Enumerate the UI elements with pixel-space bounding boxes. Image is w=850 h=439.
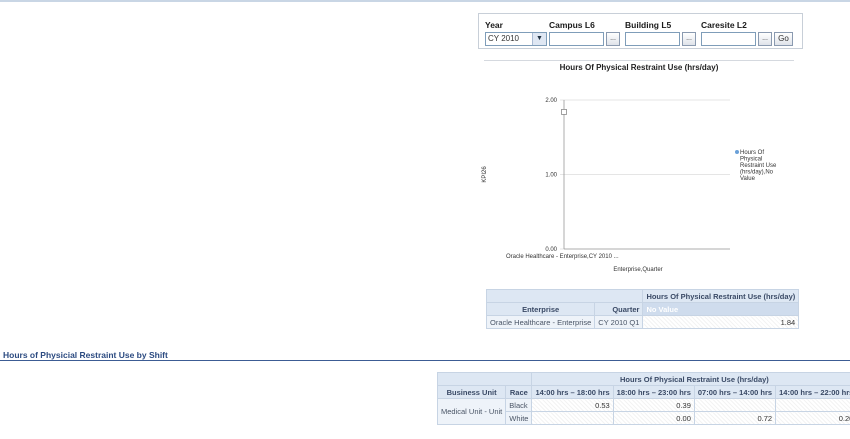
table2-value-cell [531, 411, 614, 425]
y-axis-label: KPI26 [482, 166, 488, 183]
table2-corner [436, 372, 533, 386]
restraint-use-chart: 0.00 1.00 2.00 KPI26 Oracle Healthcare - Ent… [482, 98, 777, 273]
go-button[interactable]: Go [774, 32, 793, 46]
chevron-down-icon[interactable]: ▼ [532, 33, 546, 45]
table1-value-cell: 1.84 [642, 315, 800, 329]
y-tick-label: 1.00 [545, 173, 557, 179]
year-select[interactable]: CY 2010 ▼ [485, 32, 547, 46]
table1-quarter-cell: CY 2010 Q1 [594, 315, 644, 329]
table1-no-value-header: No Value [642, 302, 800, 316]
data-point [561, 109, 567, 115]
table1-measure-header: Hours Of Physical Restraint Use (hrs/day… [642, 289, 800, 303]
campus-browse-button[interactable]: ... [606, 32, 620, 46]
section-rule [0, 360, 850, 361]
campus-input[interactable] [549, 32, 604, 46]
chart-title: Hours Of Physical Restraint Use (hrs/day… [559, 63, 719, 72]
dashboard-prompts: Year CY 2010 ▼ Campus L6 ... Building L5… [478, 13, 803, 49]
y-tick-label: 2.00 [545, 98, 557, 104]
enterprise-pivot-table: Hours Of Physical Restraint Use (hrs/day… [485, 289, 800, 329]
table1-enterprise-cell: Oracle Healthcare - Enterprise [485, 315, 596, 329]
campus-label: Campus L6 [549, 20, 595, 30]
year-label: Year [485, 20, 503, 30]
legend-label: Hours Of Physical Restraint Use (hrs/day),N… [740, 150, 777, 182]
table2-value-cell: 0.53 [531, 398, 614, 412]
shift-header-3: 14:00 hrs – 22:00 hrs [775, 385, 850, 399]
building-label: Building L5 [625, 20, 672, 30]
chart-top-rule [484, 60, 794, 61]
table2-value-cell: 0.00 [612, 411, 695, 425]
no-value-label: No Value [646, 304, 679, 314]
building-input[interactable] [625, 32, 680, 46]
table2-value-cell: 0.20 [775, 411, 850, 425]
table2-business-unit-cell: Medical Unit - Unit [436, 398, 507, 425]
caresite-input[interactable] [701, 32, 756, 46]
table2-value-cell: 0.72 [693, 411, 777, 425]
table-row: Oracle Healthcare - Enterprise CY 2010 Q… [485, 315, 800, 329]
x-axis-label: Enterprise,Quarter [613, 267, 662, 273]
top-border [0, 0, 850, 2]
table2-measure-header: Hours Of Physical Restraint Use (hrs/day… [531, 372, 850, 386]
caresite-prompt: Caresite L2 ... Go [701, 20, 793, 46]
shift-header-2: 07:00 hrs – 14:00 hrs [693, 385, 777, 399]
table-row: Medical Unit - Unit Black 0.53 0.39 [436, 398, 850, 425]
building-prompt: Building L5 ... [625, 20, 696, 46]
caresite-browse-button[interactable]: ... [758, 32, 772, 46]
table2-value-cell [775, 398, 850, 412]
table1-corner [485, 289, 644, 303]
table1-quarter-header: Quarter [594, 302, 644, 316]
year-prompt: Year CY 2010 ▼ [485, 20, 547, 46]
table2-business-unit-header: Business Unit [436, 385, 507, 399]
table1-enterprise-header: Enterprise [485, 302, 596, 316]
year-select-value: CY 2010 [488, 34, 519, 43]
campus-prompt: Campus L6 ... [549, 20, 620, 46]
table2-race-cell: White [505, 411, 533, 425]
table2-value-cell: 0.39 [612, 398, 695, 412]
shift-pivot-table: Hours Of Physical Restraint Use (hrs/day… [436, 372, 850, 425]
shift-header-1: 18:00 hrs – 23:00 hrs [612, 385, 695, 399]
shift-header-0: 14:00 hrs – 18:00 hrs [531, 385, 614, 399]
building-browse-button[interactable]: ... [682, 32, 696, 46]
table2-race-cell: Black [505, 398, 533, 412]
caresite-label: Caresite L2 [701, 20, 747, 30]
y-tick-label: 0.00 [545, 247, 557, 253]
table2-race-header: Race [505, 385, 533, 399]
legend-marker [735, 150, 739, 154]
section-title: Hours of Physicial Restraint Use by Shif… [3, 350, 168, 360]
x-tick-label: Oracle Healthcare - Enterprise,CY 2010 .… [506, 254, 619, 260]
table2-value-cell [693, 398, 777, 412]
